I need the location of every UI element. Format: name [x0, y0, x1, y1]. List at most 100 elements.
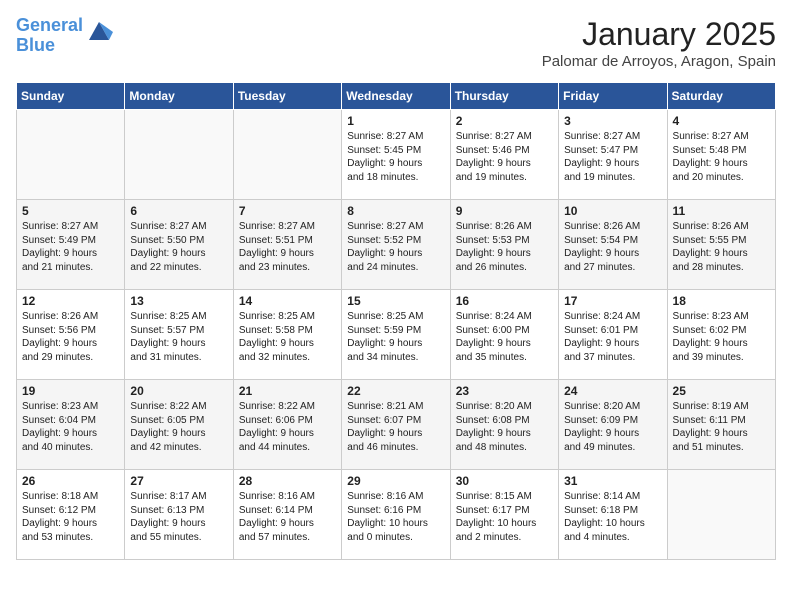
day-content: Sunrise: 8:17 AM Sunset: 6:13 PM Dayligh…	[130, 490, 227, 544]
calendar-week-row: 19Sunrise: 8:23 AM Sunset: 6:04 PM Dayli…	[17, 380, 776, 470]
day-number: 22	[347, 384, 444, 398]
day-content: Sunrise: 8:24 AM Sunset: 6:01 PM Dayligh…	[564, 310, 661, 364]
calendar-cell: 16Sunrise: 8:24 AM Sunset: 6:00 PM Dayli…	[450, 290, 558, 380]
weekday-header: Saturday	[667, 83, 775, 110]
calendar-cell: 27 Sunrise: 8:17 AM Sunset: 6:13 PM Dayli…	[125, 470, 233, 560]
day-content: Sunrise: 8:19 AM Sunset: 6:11 PM Dayligh…	[673, 400, 770, 454]
day-content: Sunrise: 8:23 AM Sunset: 6:02 PM Dayligh…	[673, 310, 770, 364]
day-number: 14	[239, 294, 336, 308]
weekday-header: Thursday	[450, 83, 558, 110]
weekday-header: Friday	[559, 83, 667, 110]
calendar-cell: 17 Sunrise: 8:24 AM Sunset: 6:01 PM Dayli…	[559, 290, 667, 380]
calendar-cell: 14 Sunrise: 8:25 AM Sunset: 5:58 PM Dayli…	[233, 290, 341, 380]
day-number: 12	[22, 294, 119, 308]
day-content: Sunrise: 8:27 AM Sunset: 5:46 PM Dayligh…	[456, 130, 553, 184]
day-number: 4	[673, 114, 770, 128]
calendar-cell: 5 Sunrise: 8:27 AM Sunset: 5:49 PM Daylig…	[17, 200, 125, 290]
day-content: Sunrise: 8:22 AM Sunset: 6:05 PM Dayligh…	[130, 400, 227, 454]
day-number: 30	[456, 474, 553, 488]
calendar-cell	[125, 110, 233, 200]
day-content: Sunrise: 8:26 AM Sunset: 5:55 PM Dayligh…	[673, 220, 770, 274]
calendar-cell: 19Sunrise: 8:23 AM Sunset: 6:04 PM Dayli…	[17, 380, 125, 470]
calendar-cell: 6 Sunrise: 8:27 AM Sunset: 5:50 PM Daylig…	[125, 200, 233, 290]
day-number: 6	[130, 204, 227, 218]
page-subtitle: Palomar de Arroyos, Aragon, Spain	[542, 53, 776, 70]
day-number: 18	[673, 294, 770, 308]
day-number: 3	[564, 114, 661, 128]
day-number: 8	[347, 204, 444, 218]
day-number: 24	[564, 384, 661, 398]
day-content: Sunrise: 8:27 AM Sunset: 5:45 PM Dayligh…	[347, 130, 444, 184]
calendar-cell: 15 Sunrise: 8:25 AM Sunset: 5:59 PM Dayli…	[342, 290, 450, 380]
calendar-cell: 11 Sunrise: 8:26 AM Sunset: 5:55 PM Dayli…	[667, 200, 775, 290]
day-number: 23	[456, 384, 553, 398]
day-content: Sunrise: 8:16 AM Sunset: 6:14 PM Dayligh…	[239, 490, 336, 544]
calendar-cell: 8 Sunrise: 8:27 AM Sunset: 5:52 PM Daylig…	[342, 200, 450, 290]
calendar-cell: 25Sunrise: 8:19 AM Sunset: 6:11 PM Dayli…	[667, 380, 775, 470]
calendar-cell: 24 Sunrise: 8:20 AM Sunset: 6:09 PM Dayli…	[559, 380, 667, 470]
day-number: 5	[22, 204, 119, 218]
page-title: January 2025	[542, 16, 776, 53]
day-number: 2	[456, 114, 553, 128]
calendar-cell: 30 Sunrise: 8:15 AM Sunset: 6:17 PM Dayli…	[450, 470, 558, 560]
calendar-week-row: 1 Sunrise: 8:27 AM Sunset: 5:45 PM Daylig…	[17, 110, 776, 200]
day-content: Sunrise: 8:22 AM Sunset: 6:06 PM Dayligh…	[239, 400, 336, 454]
weekday-header: Monday	[125, 83, 233, 110]
calendar-week-row: 26Sunrise: 8:18 AM Sunset: 6:12 PM Dayli…	[17, 470, 776, 560]
calendar-cell: 21 Sunrise: 8:22 AM Sunset: 6:06 PM Dayli…	[233, 380, 341, 470]
logo-text: General Blue	[16, 16, 83, 56]
calendar-cell: 13 Sunrise: 8:25 AM Sunset: 5:57 PM Dayli…	[125, 290, 233, 380]
day-content: Sunrise: 8:27 AM Sunset: 5:51 PM Dayligh…	[239, 220, 336, 274]
calendar-cell: 9Sunrise: 8:26 AM Sunset: 5:53 PM Daylig…	[450, 200, 558, 290]
day-content: Sunrise: 8:27 AM Sunset: 5:52 PM Dayligh…	[347, 220, 444, 274]
calendar-week-row: 5 Sunrise: 8:27 AM Sunset: 5:49 PM Daylig…	[17, 200, 776, 290]
weekday-header: Wednesday	[342, 83, 450, 110]
calendar-cell: 12 Sunrise: 8:26 AM Sunset: 5:56 PM Dayli…	[17, 290, 125, 380]
day-content: Sunrise: 8:21 AM Sunset: 6:07 PM Dayligh…	[347, 400, 444, 454]
day-number: 17	[564, 294, 661, 308]
day-content: Sunrise: 8:16 AM Sunset: 6:16 PM Dayligh…	[347, 490, 444, 544]
day-content: Sunrise: 8:25 AM Sunset: 5:58 PM Dayligh…	[239, 310, 336, 364]
day-content: Sunrise: 8:24 AM Sunset: 6:00 PM Dayligh…	[456, 310, 553, 364]
day-content: Sunrise: 8:20 AM Sunset: 6:09 PM Dayligh…	[564, 400, 661, 454]
calendar-cell: 29Sunrise: 8:16 AM Sunset: 6:16 PM Dayli…	[342, 470, 450, 560]
calendar-cell: 2 Sunrise: 8:27 AM Sunset: 5:46 PM Daylig…	[450, 110, 558, 200]
day-number: 15	[347, 294, 444, 308]
day-number: 19	[22, 384, 119, 398]
day-content: Sunrise: 8:27 AM Sunset: 5:49 PM Dayligh…	[22, 220, 119, 274]
day-number: 26	[22, 474, 119, 488]
weekday-header: Tuesday	[233, 83, 341, 110]
calendar-cell	[17, 110, 125, 200]
logo: General Blue	[16, 16, 113, 56]
day-content: Sunrise: 8:27 AM Sunset: 5:47 PM Dayligh…	[564, 130, 661, 184]
day-number: 27	[130, 474, 227, 488]
calendar-cell: 10 Sunrise: 8:26 AM Sunset: 5:54 PM Dayli…	[559, 200, 667, 290]
day-content: Sunrise: 8:25 AM Sunset: 5:59 PM Dayligh…	[347, 310, 444, 364]
day-content: Sunrise: 8:26 AM Sunset: 5:54 PM Dayligh…	[564, 220, 661, 274]
day-number: 9	[456, 204, 553, 218]
logo-icon	[85, 18, 113, 46]
day-number: 31	[564, 474, 661, 488]
calendar-cell	[233, 110, 341, 200]
day-content: Sunrise: 8:15 AM Sunset: 6:17 PM Dayligh…	[456, 490, 553, 544]
logo-blue: Blue	[16, 35, 55, 55]
day-number: 1	[347, 114, 444, 128]
calendar-cell: 26Sunrise: 8:18 AM Sunset: 6:12 PM Dayli…	[17, 470, 125, 560]
calendar-week-row: 12 Sunrise: 8:26 AM Sunset: 5:56 PM Dayli…	[17, 290, 776, 380]
calendar-cell: 3 Sunrise: 8:27 AM Sunset: 5:47 PM Daylig…	[559, 110, 667, 200]
title-block: January 2025 Palomar de Arroyos, Aragon,…	[542, 16, 776, 70]
day-number: 21	[239, 384, 336, 398]
day-content: Sunrise: 8:27 AM Sunset: 5:48 PM Dayligh…	[673, 130, 770, 184]
day-number: 13	[130, 294, 227, 308]
day-number: 10	[564, 204, 661, 218]
day-content: Sunrise: 8:25 AM Sunset: 5:57 PM Dayligh…	[130, 310, 227, 364]
calendar-cell: 20Sunrise: 8:22 AM Sunset: 6:05 PM Dayli…	[125, 380, 233, 470]
day-number: 11	[673, 204, 770, 218]
calendar-cell: 31Sunrise: 8:14 AM Sunset: 6:18 PM Dayli…	[559, 470, 667, 560]
day-content: Sunrise: 8:27 AM Sunset: 5:50 PM Dayligh…	[130, 220, 227, 274]
page-header: General Blue January 2025 Palomar de Arr…	[16, 16, 776, 70]
day-number: 7	[239, 204, 336, 218]
logo-general: General	[16, 15, 83, 35]
day-content: Sunrise: 8:26 AM Sunset: 5:56 PM Dayligh…	[22, 310, 119, 364]
calendar-cell: 18 Sunrise: 8:23 AM Sunset: 6:02 PM Dayli…	[667, 290, 775, 380]
